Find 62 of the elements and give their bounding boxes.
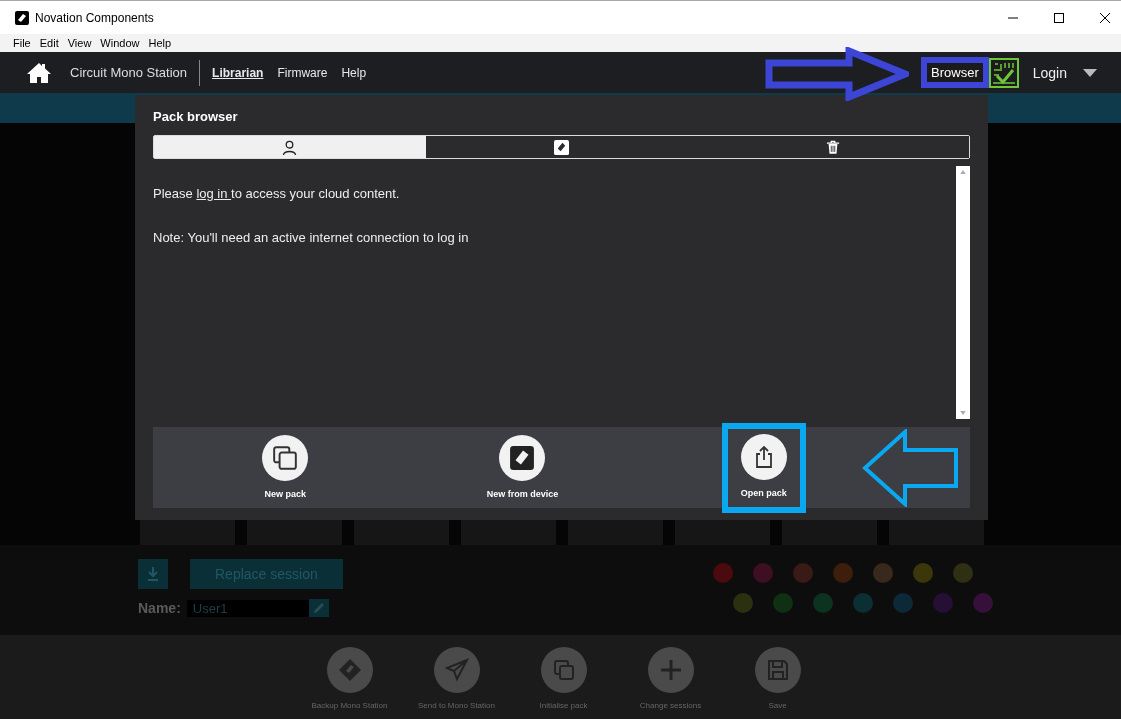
copy-icon — [272, 444, 299, 471]
pack-action-button[interactable]: Open pack — [724, 425, 803, 510]
color-dot[interactable] — [812, 593, 833, 613]
pencil-icon[interactable] — [308, 599, 329, 617]
session-slot[interactable] — [140, 520, 235, 545]
close-icon[interactable] — [1099, 11, 1111, 24]
panel-title: Pack browser — [153, 109, 238, 124]
diamond-logo-icon — [554, 139, 569, 155]
color-dot[interactable] — [792, 563, 813, 583]
color-dot[interactable] — [872, 563, 893, 583]
session-slot[interactable] — [675, 520, 770, 545]
menu-item[interactable]: Help — [148, 37, 172, 49]
nav-link[interactable]: Librarian — [212, 65, 264, 80]
save-icon — [765, 658, 790, 682]
home-icon[interactable] — [26, 61, 52, 84]
pack-action-button[interactable]: New from device — [474, 426, 571, 509]
color-dot[interactable] — [952, 563, 973, 583]
scroll-down-icon[interactable] — [960, 411, 966, 415]
user-icon — [282, 139, 298, 155]
menu-item[interactable]: Edit — [39, 37, 59, 49]
session-slot[interactable] — [461, 520, 556, 545]
app-logo-icon — [15, 10, 29, 25]
scrollbar[interactable] — [956, 166, 970, 419]
session-slot[interactable] — [354, 520, 449, 545]
color-dot[interactable] — [732, 593, 753, 613]
caret-icon[interactable] — [1083, 68, 1097, 77]
menu-item[interactable]: View — [67, 37, 92, 49]
plus-icon — [658, 658, 683, 682]
nav-link[interactable]: Firmware — [277, 65, 328, 80]
login-link[interactable]: log in — [196, 186, 232, 201]
login-message: Please log in to access your cloud content. — [153, 186, 400, 201]
device-name: Circuit Mono Station — [70, 65, 188, 80]
circuit-board-icon — [988, 57, 1019, 88]
session-slot[interactable] — [247, 520, 342, 545]
scroll-up-icon[interactable] — [960, 170, 966, 174]
session-slot[interactable] — [782, 520, 877, 545]
paper-plane-icon — [444, 658, 469, 682]
login-button[interactable]: Login — [1032, 64, 1067, 81]
color-dot[interactable] — [932, 593, 953, 613]
color-dot[interactable] — [912, 563, 933, 583]
window-title: Novation Components — [35, 10, 154, 25]
connection-note: Note: You'll need an active internet connection to log in — [153, 230, 469, 245]
session-slot[interactable] — [568, 520, 663, 545]
color-dot[interactable] — [832, 563, 853, 583]
color-dot[interactable] — [892, 593, 913, 613]
maximize-icon[interactable] — [1053, 11, 1065, 24]
color-dot[interactable] — [852, 593, 873, 613]
name-label: Name: — [138, 600, 181, 616]
trash-icon — [826, 139, 841, 155]
copy-icon — [551, 658, 576, 682]
pack-action-button[interactable]: New pack — [250, 426, 321, 509]
color-dot[interactable] — [772, 593, 793, 613]
color-dot[interactable] — [752, 563, 773, 583]
menu-item[interactable]: File — [13, 37, 31, 49]
diamond-logo-icon — [337, 658, 362, 682]
color-dot[interactable] — [972, 593, 993, 613]
download-icon[interactable] — [138, 559, 168, 589]
nav-link[interactable]: Help — [341, 65, 367, 80]
color-dot[interactable] — [712, 563, 733, 583]
session-slot[interactable] — [889, 520, 984, 545]
diamond-logo-icon — [509, 444, 536, 471]
menu-item[interactable]: Window — [100, 37, 140, 49]
